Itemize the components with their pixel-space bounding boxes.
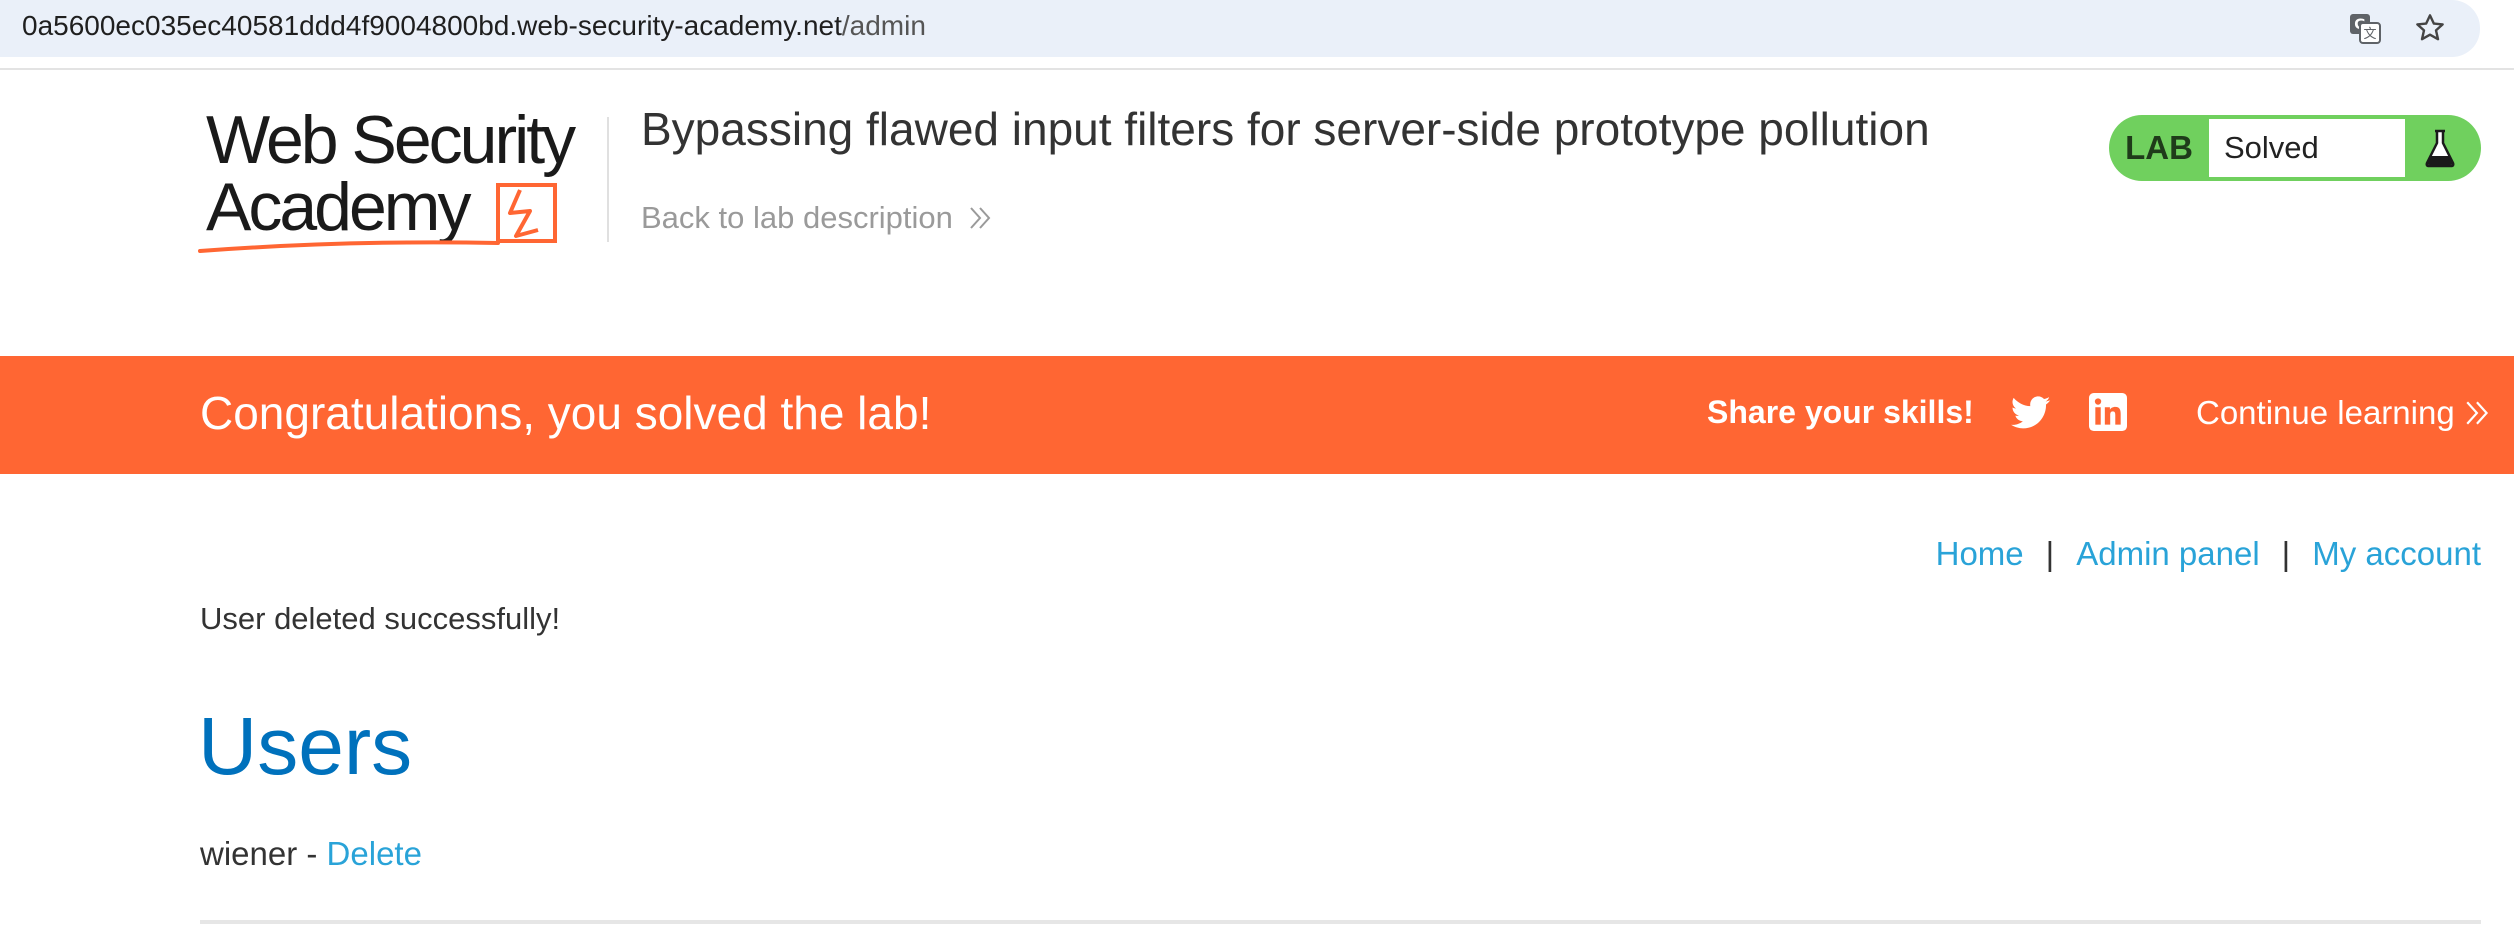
nav-home-link[interactable]: Home — [1936, 535, 2024, 573]
congratulations-message: Congratulations, you solved the lab! — [200, 387, 932, 439]
lab-status-text: Solved — [2209, 119, 2405, 177]
chevron-double-right-icon — [970, 207, 991, 229]
lab-badge-label: LAB — [2125, 129, 2193, 166]
back-to-lab-description-link[interactable]: Back to lab description — [641, 200, 993, 236]
top-nav: Home | Admin panel | My account — [1936, 535, 2481, 573]
bookmark-star-icon[interactable] — [2410, 8, 2450, 48]
url-field[interactable]: 0a5600ec035ec40581ddd4f9004800bd.web-sec… — [0, 0, 2480, 57]
header-divider — [607, 117, 609, 242]
lab-status-badge: LAB Solved — [2109, 115, 2481, 181]
url-path: /admin — [841, 10, 926, 41]
share-skills-label: Share your skills! — [1707, 394, 1974, 430]
delete-user-link[interactable]: Delete — [327, 835, 422, 872]
nav-separator: | — [2281, 535, 2291, 572]
browser-address-bar: 0a5600ec035ec40581ddd4f9004800bd.web-sec… — [0, 0, 2514, 70]
translate-icon[interactable]: G 文 — [2345, 8, 2385, 48]
back-link-label: Back to lab description — [641, 200, 953, 235]
web-security-academy-logo[interactable]: Web Security Academy — [198, 102, 608, 260]
nav-separator: | — [2045, 535, 2055, 572]
user-row: wiener - Delete — [200, 835, 422, 873]
svg-text:Academy: Academy — [206, 169, 471, 245]
twitter-icon[interactable] — [2010, 394, 2051, 432]
linkedin-icon[interactable] — [2089, 393, 2127, 431]
solved-banner: Congratulations, you solved the lab! Sha… — [0, 356, 2514, 474]
url-text[interactable]: 0a5600ec035ec40581ddd4f9004800bd.web-sec… — [22, 10, 926, 42]
user-separator: - — [297, 835, 327, 872]
flask-icon — [2405, 119, 2475, 177]
lab-title: Bypassing flawed input filters for serve… — [641, 103, 1930, 155]
continue-learning-label: Continue learning — [2196, 394, 2455, 431]
svg-text:Web Security: Web Security — [206, 110, 576, 178]
nav-my-account-link[interactable]: My account — [2312, 535, 2481, 573]
users-heading: Users — [198, 701, 413, 792]
svg-text:文: 文 — [2363, 27, 2376, 42]
deletion-notice: User deleted successfully! — [200, 601, 561, 636]
chevron-double-right-icon — [2466, 401, 2488, 425]
content-divider — [200, 920, 2481, 924]
nav-admin-panel-link[interactable]: Admin panel — [2076, 535, 2259, 573]
url-host: 0a5600ec035ec40581ddd4f9004800bd.web-sec… — [22, 10, 842, 41]
user-name: wiener — [200, 835, 298, 872]
continue-learning-link[interactable]: Continue learning — [2196, 394, 2491, 432]
